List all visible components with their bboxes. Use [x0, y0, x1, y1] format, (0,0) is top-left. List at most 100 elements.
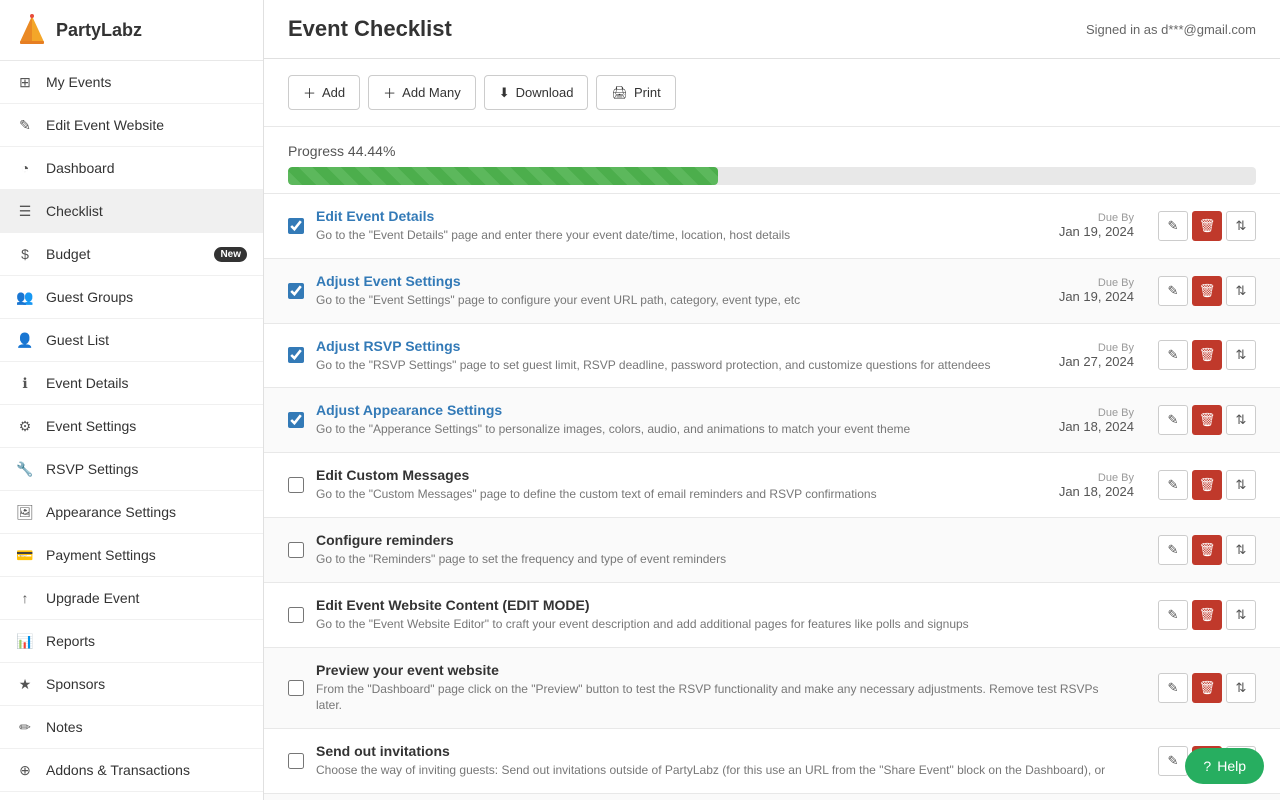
edit-button-4[interactable]: ✎ — [1158, 405, 1188, 435]
download-button[interactable]: ⬇ Download — [484, 75, 589, 110]
checklist-title-1: Edit Event Details — [316, 208, 1047, 224]
checklist-title-3: Adjust RSVP Settings — [316, 338, 1047, 354]
add-many-label: Add Many — [402, 85, 461, 100]
sidebar-item-guest-list[interactable]: 👤Guest List — [0, 319, 263, 362]
checklist-title-2: Adjust Event Settings — [316, 273, 1047, 289]
due-by-label-2: Due By — [1059, 277, 1134, 289]
edit-button-1[interactable]: ✎ — [1158, 211, 1188, 241]
sidebar-item-label: Dashboard — [46, 160, 247, 176]
move-button-6[interactable]: ⇅ — [1226, 535, 1256, 565]
edit-button-7[interactable]: ✎ — [1158, 600, 1188, 630]
move-button-8[interactable]: ⇅ — [1226, 673, 1256, 703]
checklist-desc-3: Go to the "RSVP Settings" page to set gu… — [316, 357, 1047, 374]
sidebar-item-rsvp-settings[interactable]: 🔧RSVP Settings — [0, 448, 263, 491]
sidebar-item-payment-settings[interactable]: 💳Payment Settings — [0, 534, 263, 577]
user-info: Signed in as d***@gmail.com — [1086, 22, 1256, 37]
print-button[interactable]: 🖨 Print — [596, 75, 675, 110]
checklist-desc-9: Choose the way of inviting guests: Send … — [316, 762, 1122, 779]
checklist-checkbox-1[interactable] — [288, 218, 304, 234]
badge-new: New — [214, 247, 247, 262]
edit-button-8[interactable]: ✎ — [1158, 673, 1188, 703]
sidebar-item-checklist[interactable]: ☰Checklist — [0, 190, 263, 233]
checklist-text-5: Edit Custom MessagesGo to the "Custom Me… — [316, 467, 1047, 503]
checklist-desc-6: Go to the "Reminders" page to set the fr… — [316, 551, 1122, 568]
delete-button-1[interactable]: 🗑 — [1192, 211, 1222, 241]
move-button-3[interactable]: ⇅ — [1226, 340, 1256, 370]
checklist-checkbox-6[interactable] — [288, 542, 304, 558]
sidebar-item-label: Addons & Transactions — [46, 762, 247, 778]
add-many-button[interactable]: ＋ Add Many — [368, 75, 476, 110]
delete-button-5[interactable]: 🗑 — [1192, 470, 1222, 500]
sidebar-item-label: Notes — [46, 719, 247, 735]
sidebar-item-sponsors[interactable]: ★Sponsors — [0, 663, 263, 706]
sidebar-item-label: Appearance Settings — [46, 504, 247, 520]
move-button-5[interactable]: ⇅ — [1226, 470, 1256, 500]
checklist-checkbox-9[interactable] — [288, 753, 304, 769]
download-icon: ⬇ — [499, 85, 510, 101]
edit-button-6[interactable]: ✎ — [1158, 535, 1188, 565]
due-by-date-5: Jan 18, 2024 — [1059, 484, 1134, 499]
checklist-item: Edit Event Details Go to the "Event Detai… — [264, 194, 1280, 259]
move-button-4[interactable]: ⇅ — [1226, 405, 1256, 435]
delete-button-6[interactable]: 🗑 — [1192, 535, 1222, 565]
checklist-desc-1: Go to the "Event Details" page and enter… — [316, 227, 1047, 244]
add-button[interactable]: ＋ Add — [288, 75, 360, 110]
report-icon: 📊 — [16, 632, 34, 650]
sidebar-item-label: Event Details — [46, 375, 247, 391]
checklist-title-6: Configure reminders — [316, 532, 1122, 548]
due-by-date-2: Jan 19, 2024 — [1059, 289, 1134, 304]
sidebar-item-addons-transactions[interactable]: ⊕Addons & Transactions — [0, 749, 263, 792]
delete-button-2[interactable]: 🗑 — [1192, 276, 1222, 306]
sidebar-item-event-details[interactable]: ℹEvent Details — [0, 362, 263, 405]
delete-button-4[interactable]: 🗑 — [1192, 405, 1222, 435]
sidebar-item-reminders[interactable]: ⏰Reminders — [0, 792, 263, 800]
edit-button-5[interactable]: ✎ — [1158, 470, 1188, 500]
checklist-checkbox-7[interactable] — [288, 607, 304, 623]
item-actions-2: ✎🗑⇅ — [1158, 276, 1256, 306]
sidebar-item-reports[interactable]: 📊Reports — [0, 620, 263, 663]
wrench-icon: 🔧 — [16, 460, 34, 478]
move-button-7[interactable]: ⇅ — [1226, 600, 1256, 630]
checklist-item: Preview your event websiteFrom the "Dash… — [264, 648, 1280, 730]
checklist-checkbox-2[interactable] — [288, 283, 304, 299]
checklist-item: Edit Event Website Content (EDIT MODE)Go… — [264, 583, 1280, 648]
list-icon: ☰ — [16, 202, 34, 220]
sidebar-item-dashboard[interactable]: ◔Dashboard — [0, 147, 263, 190]
checklist-item: Edit Custom MessagesGo to the "Custom Me… — [264, 453, 1280, 518]
edit-button-3[interactable]: ✎ — [1158, 340, 1188, 370]
checklist-checkbox-4[interactable] — [288, 412, 304, 428]
move-button-1[interactable]: ⇅ — [1226, 211, 1256, 241]
checklist-item: Adjust RSVP Settings Go to the "RSVP Sett… — [264, 324, 1280, 389]
edit-button-9[interactable]: ✎ — [1158, 746, 1188, 776]
edit-button-2[interactable]: ✎ — [1158, 276, 1188, 306]
sidebar-item-edit-event-website[interactable]: ✎Edit Event Website — [0, 104, 263, 147]
due-by-label-4: Due By — [1059, 407, 1134, 419]
due-by-1: Due ByJan 19, 2024 — [1059, 212, 1134, 239]
sidebar-item-my-events[interactable]: ⊞ My Events — [0, 61, 263, 104]
sidebar-item-label: My Events — [46, 74, 247, 90]
grid-icon: ⊞ — [16, 73, 34, 91]
move-button-2[interactable]: ⇅ — [1226, 276, 1256, 306]
checklist-checkbox-5[interactable] — [288, 477, 304, 493]
sidebar-item-label: Payment Settings — [46, 547, 247, 563]
sidebar-item-notes[interactable]: ✏Notes — [0, 706, 263, 749]
delete-button-7[interactable]: 🗑 — [1192, 600, 1222, 630]
sidebar-item-appearance-settings[interactable]: 🖼Appearance Settings — [0, 491, 263, 534]
checklist-checkbox-3[interactable] — [288, 347, 304, 363]
sidebar-item-event-settings[interactable]: ⚙Event Settings — [0, 405, 263, 448]
checklist-desc-4: Go to the "Apperance Settings" to person… — [316, 421, 1047, 438]
item-actions-6: ✎🗑⇅ — [1158, 535, 1256, 565]
sidebar-item-upgrade-event[interactable]: ↑Upgrade Event — [0, 577, 263, 620]
delete-button-8[interactable]: 🗑 — [1192, 673, 1222, 703]
sidebar-item-guest-groups[interactable]: 👥Guest Groups — [0, 276, 263, 319]
checklist-desc-8: From the "Dashboard" page click on the "… — [316, 681, 1122, 715]
checklist-item: Configure reminders Go to the "Reminders"… — [264, 518, 1280, 583]
sidebar-item-budget[interactable]: $BudgetNew — [0, 233, 263, 276]
checklist-text-7: Edit Event Website Content (EDIT MODE)Go… — [316, 597, 1122, 633]
help-label: Help — [1217, 758, 1246, 774]
due-by-date-4: Jan 18, 2024 — [1059, 419, 1134, 434]
checklist-checkbox-8[interactable] — [288, 680, 304, 696]
plus-icon-many: ＋ — [383, 83, 396, 102]
delete-button-3[interactable]: 🗑 — [1192, 340, 1222, 370]
help-button[interactable]: ? Help — [1185, 748, 1264, 784]
